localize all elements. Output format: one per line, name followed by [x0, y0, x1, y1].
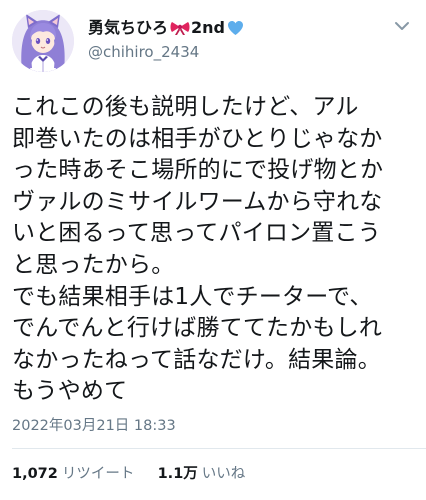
ribbon-icon: [170, 20, 190, 36]
tweet-text-line: でも結果相手は1人でチーターで、: [12, 283, 373, 310]
tweet-text-line: 即巻いたのは相手がひとりじゃなか: [12, 125, 383, 152]
likes-label: いいね: [201, 466, 246, 482]
user-handle[interactable]: @chihiro_2434: [88, 42, 244, 62]
tweet-text-line: ヴァルのミサイルワームから守れな: [12, 188, 383, 215]
tweet-stats: 1,072 リツイート 1.1万 いいね: [12, 462, 245, 483]
retweets-count: 1,072: [12, 466, 58, 482]
tweet-text-line: った時あそこ場所的にで投げ物とか: [12, 157, 384, 184]
user-info: 勇気ちひろ 2nd @chihiro_2434: [88, 18, 244, 62]
avatar[interactable]: [12, 10, 74, 72]
retweets-stat[interactable]: 1,072 リツイート: [12, 466, 139, 482]
retweets-label: リツイート: [61, 466, 135, 482]
display-name-suffix: 2nd: [191, 18, 225, 37]
tweet-text-line: なかったねって話なだけ。結果論。: [12, 346, 381, 373]
chevron-down-icon[interactable]: [390, 14, 414, 38]
likes-stat[interactable]: 1.1万 いいね: [158, 466, 246, 482]
tweet-text-line: もうやめて: [12, 378, 128, 405]
avatar-illustration: [12, 10, 74, 72]
tweet-text: これこの後も説明したけど、アル 即巻いたのは相手がひとりじゃなか った時あそこ場…: [12, 92, 416, 408]
tweet-text-line: いと困るって思ってパイロン置こう: [12, 220, 381, 247]
tweet-text-line: でんでんと行けば勝ててたかもしれ: [12, 315, 383, 342]
display-name-text: 勇気ちひろ: [88, 18, 169, 37]
heart-icon: [227, 20, 244, 36]
likes-count: 1.1万: [157, 466, 198, 482]
display-name[interactable]: 勇気ちひろ 2nd: [88, 18, 244, 38]
divider: [12, 448, 426, 449]
tweet-card: 勇気ちひろ 2nd @chihiro_2434 これこの後も説明したけど、アル …: [0, 0, 426, 500]
tweet-header: 勇気ちひろ 2nd @chihiro_2434: [12, 10, 414, 76]
tweet-text-line: と思ったから。: [12, 251, 175, 278]
tweet-text-line: これこの後も説明したけど、アル: [12, 94, 359, 120]
tweet-timestamp[interactable]: 2022年03月21日 18:33: [12, 414, 176, 435]
